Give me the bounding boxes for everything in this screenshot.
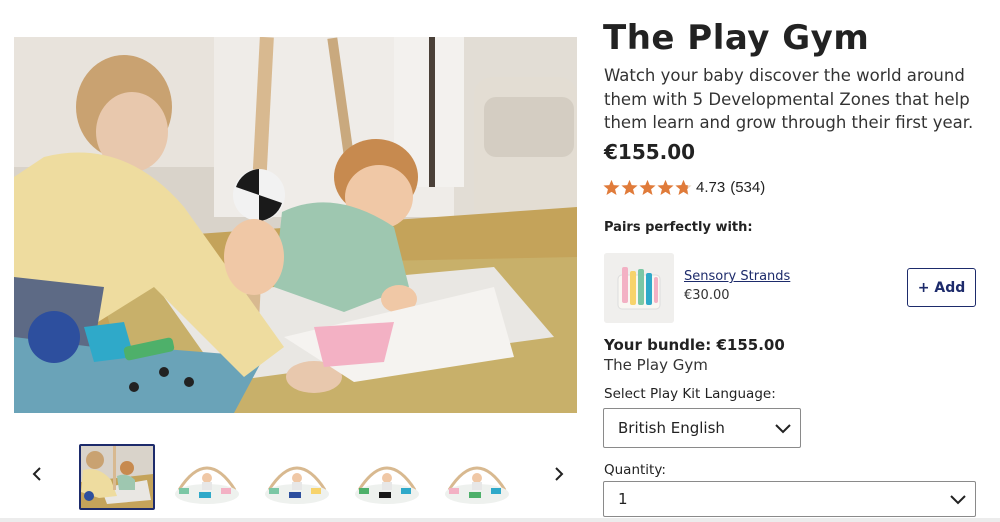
sensory-strands-image[interactable] [604,253,674,323]
review-count[interactable]: (534) [730,179,765,196]
quantity-select-value: 1 [618,490,628,508]
chevron-right-icon [555,467,564,481]
language-select[interactable]: British English [603,408,801,448]
sensory-strands-link[interactable]: Sensory Strands [684,269,790,284]
product-hero-image[interactable] [14,37,577,413]
pairs-with-heading: Pairs perfectly with: [604,220,753,235]
thumbnail-carousel [0,440,590,512]
carousel-next-button[interactable] [544,456,574,492]
star-partial-icon [675,179,692,195]
product-title: The Play Gym [603,18,870,58]
page-divider [0,518,1000,522]
language-select-label: Select Play Kit Language: [604,386,776,402]
thumbnail-1[interactable] [79,444,155,510]
language-select-value: British English [618,419,725,437]
chevron-left-icon [32,467,41,481]
star-icon [639,179,656,195]
product-price: €155.00 [604,140,696,164]
add-sensory-strands-button[interactable]: + Add [907,268,976,307]
chevron-down-icon [950,495,966,505]
product-description: Watch your baby discover the world aroun… [604,66,974,132]
thumbnail-3[interactable] [259,444,335,510]
bundle-item: The Play Gym [604,356,708,374]
carousel-prev-button[interactable] [22,456,52,492]
product-rating[interactable]: 4.73 (534) [603,177,765,197]
bundle-total: Your bundle: €155.00 [604,336,785,354]
thumbnail-5[interactable] [439,444,515,510]
thumbnail-4[interactable] [349,444,425,510]
sensory-strands-price: €30.00 [684,288,730,303]
thumbnail-2[interactable] [169,444,245,510]
rating-value: 4.73 [696,178,726,196]
star-rating [603,179,692,196]
star-icon [657,179,674,195]
quantity-label: Quantity: [604,462,666,478]
chevron-down-icon [775,424,791,434]
star-icon [621,179,638,195]
star-icon [603,179,620,195]
quantity-select[interactable]: 1 [603,481,976,517]
